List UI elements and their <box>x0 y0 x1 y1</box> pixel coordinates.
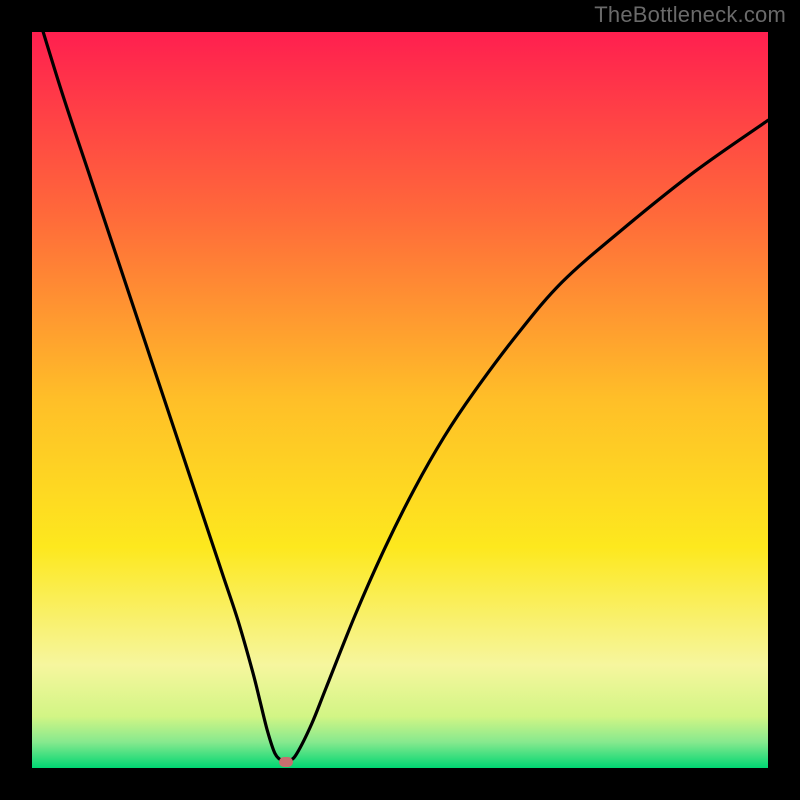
minimum-marker <box>279 757 293 767</box>
watermark-text: TheBottleneck.com <box>594 2 786 28</box>
plot-area <box>32 32 768 768</box>
bottleneck-curve <box>32 32 768 768</box>
chart-frame: TheBottleneck.com <box>0 0 800 800</box>
